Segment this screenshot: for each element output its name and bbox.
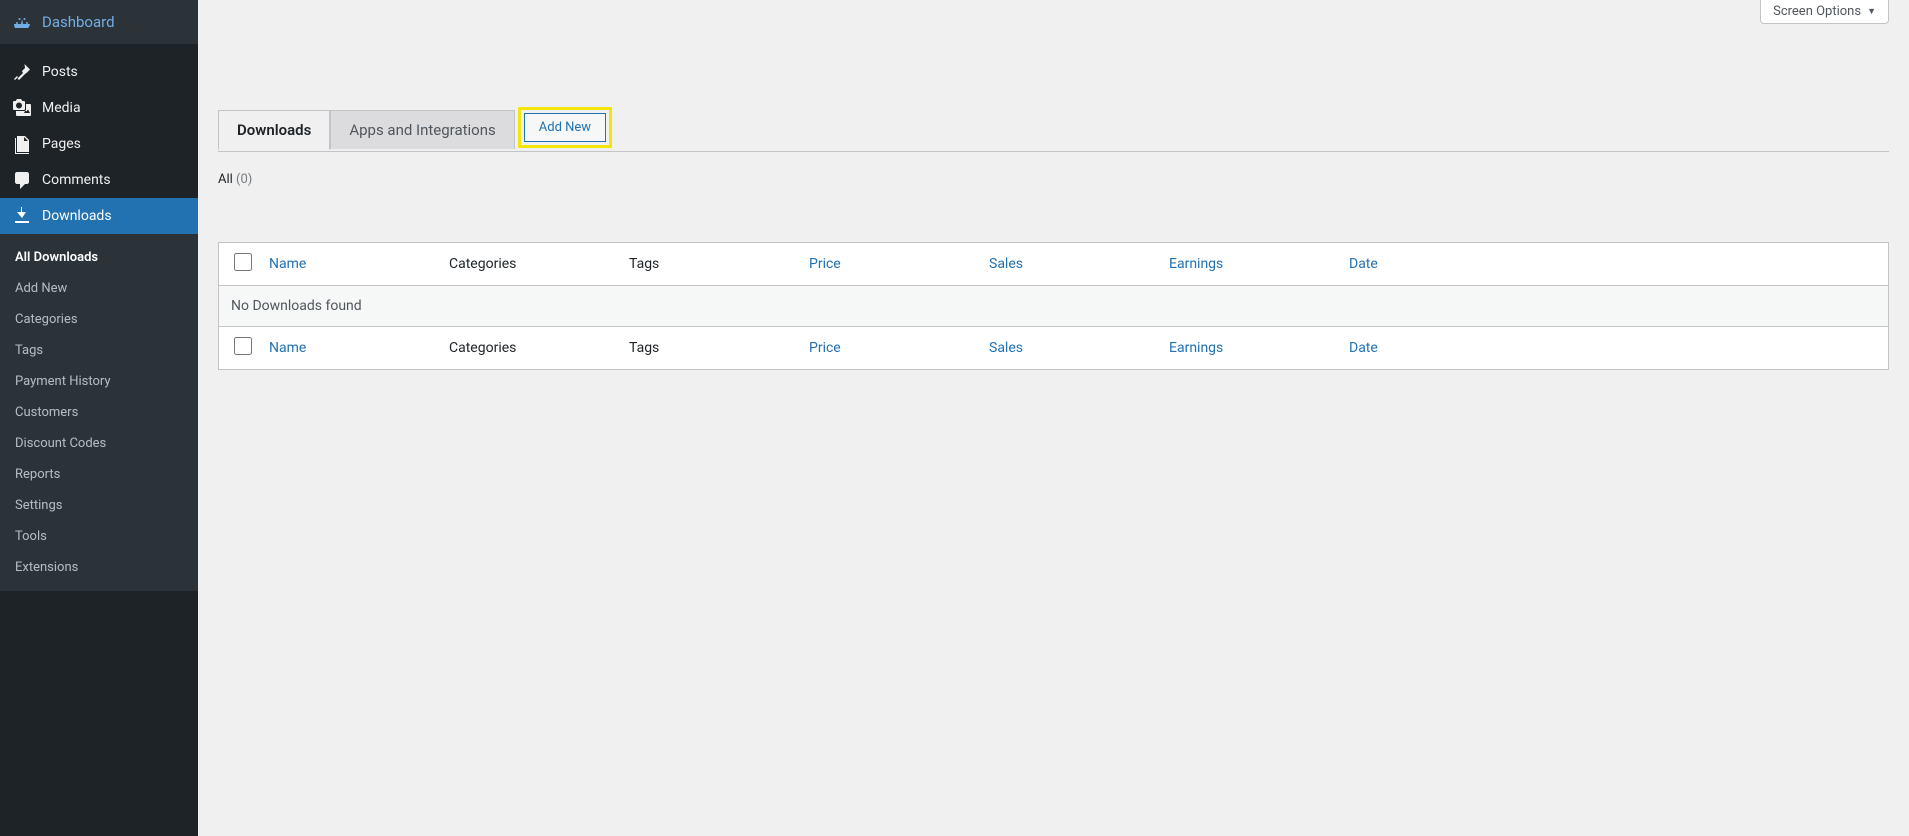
select-all-checkbox-top[interactable] <box>234 253 252 271</box>
submenu-customers[interactable]: Customers <box>0 397 198 428</box>
sidebar-label: Downloads <box>42 208 112 224</box>
submenu-add-new[interactable]: Add New <box>0 273 198 304</box>
column-name[interactable]: Name <box>269 256 449 272</box>
admin-sidebar: Dashboard Posts Media Pages Comments Dow… <box>0 0 198 836</box>
sidebar-label: Posts <box>42 64 78 80</box>
column-tags: Tags <box>629 340 809 356</box>
filter-all[interactable]: All <box>218 172 233 187</box>
sidebar-label: Comments <box>42 172 111 188</box>
sidebar-item-dashboard[interactable]: Dashboard <box>0 0 198 44</box>
tabs: Downloads Apps and Integrations Add New <box>218 107 1889 152</box>
table-empty-message: No Downloads found <box>219 286 1888 326</box>
submenu-all-downloads[interactable]: All Downloads <box>0 242 198 273</box>
sidebar-item-pages[interactable]: Pages <box>0 126 198 162</box>
sidebar-label: Media <box>42 100 81 116</box>
sidebar-item-comments[interactable]: Comments <box>0 162 198 198</box>
tab-downloads[interactable]: Downloads <box>218 110 330 150</box>
select-all-checkbox-bottom[interactable] <box>234 337 252 355</box>
column-categories: Categories <box>449 340 629 356</box>
column-name[interactable]: Name <box>269 340 449 356</box>
download-icon <box>12 206 32 226</box>
column-price[interactable]: Price <box>809 340 989 356</box>
main-content: Screen Options Downloads Apps and Integr… <box>198 0 1909 836</box>
filter-all-count: (0) <box>236 172 252 187</box>
column-date[interactable]: Date <box>1349 340 1878 356</box>
add-new-button[interactable]: Add New <box>524 113 606 142</box>
column-sales[interactable]: Sales <box>989 340 1169 356</box>
submenu-downloads: All Downloads Add New Categories Tags Pa… <box>0 234 198 591</box>
column-price[interactable]: Price <box>809 256 989 272</box>
filter-links: All (0) <box>218 172 1889 187</box>
dashboard-icon <box>12 12 32 32</box>
table-header: Name Categories Tags Price Sales Earning… <box>219 243 1888 286</box>
sidebar-item-downloads[interactable]: Downloads <box>0 198 198 234</box>
pages-icon <box>12 134 32 154</box>
column-date[interactable]: Date <box>1349 256 1878 272</box>
pin-icon <box>12 62 32 82</box>
column-checkbox <box>229 337 269 359</box>
submenu-categories[interactable]: Categories <box>0 304 198 335</box>
comment-icon <box>12 170 32 190</box>
sidebar-label: Pages <box>42 136 81 152</box>
add-new-highlight: Add New <box>518 107 612 148</box>
column-earnings[interactable]: Earnings <box>1169 256 1349 272</box>
table-footer: Name Categories Tags Price Sales Earning… <box>219 326 1888 369</box>
submenu-discount-codes[interactable]: Discount Codes <box>0 428 198 459</box>
column-earnings[interactable]: Earnings <box>1169 340 1349 356</box>
submenu-reports[interactable]: Reports <box>0 459 198 490</box>
downloads-table: Name Categories Tags Price Sales Earning… <box>218 242 1889 370</box>
column-sales[interactable]: Sales <box>989 256 1169 272</box>
submenu-tools[interactable]: Tools <box>0 521 198 552</box>
column-checkbox <box>229 253 269 275</box>
sidebar-label: Dashboard <box>42 13 115 31</box>
column-tags: Tags <box>629 256 809 272</box>
sidebar-item-media[interactable]: Media <box>0 90 198 126</box>
screen-options-button[interactable]: Screen Options <box>1760 0 1889 24</box>
column-categories: Categories <box>449 256 629 272</box>
submenu-extensions[interactable]: Extensions <box>0 552 198 583</box>
sidebar-item-posts[interactable]: Posts <box>0 54 198 90</box>
submenu-payment-history[interactable]: Payment History <box>0 366 198 397</box>
submenu-settings[interactable]: Settings <box>0 490 198 521</box>
media-icon <box>12 98 32 118</box>
tab-apps-integrations[interactable]: Apps and Integrations <box>330 110 514 149</box>
submenu-tags[interactable]: Tags <box>0 335 198 366</box>
